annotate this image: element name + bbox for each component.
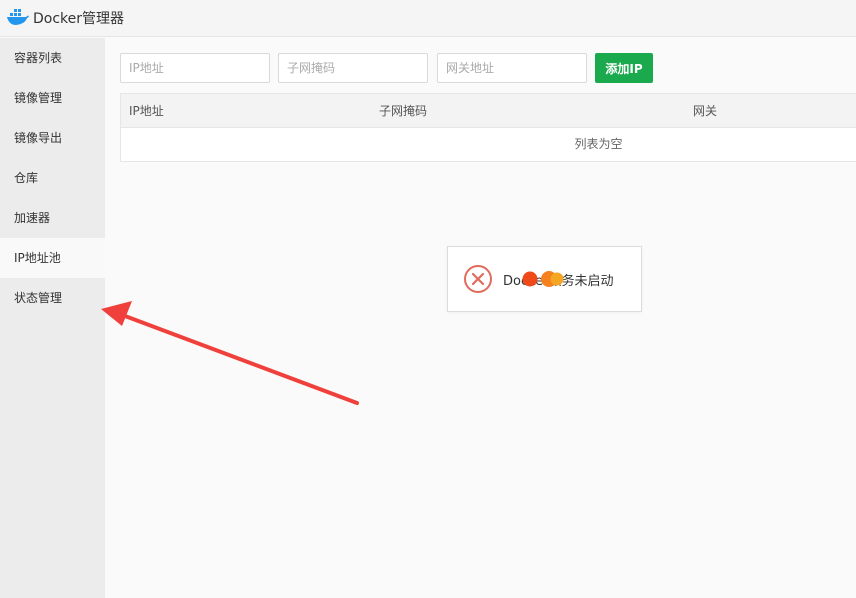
- sidebar-item-ip-pool[interactable]: IP地址池: [0, 238, 105, 278]
- docker-whale-icon: [7, 9, 29, 25]
- ip-table: IP地址 子网掩码 网关 列表为空: [120, 93, 856, 162]
- sidebar-item-status-manage[interactable]: 状态管理: [0, 278, 105, 318]
- add-ip-button[interactable]: 添加IP: [595, 53, 653, 83]
- sidebar-item-image-export[interactable]: 镜像导出: [0, 118, 105, 158]
- app-title: Docker管理器: [33, 11, 125, 27]
- loading-dots-icon: [522, 271, 564, 287]
- table-header: IP地址 子网掩码 网关: [121, 94, 856, 128]
- column-header-gateway: 网关: [693, 104, 718, 118]
- column-header-ip: IP地址: [129, 104, 164, 118]
- sidebar-item-container-list[interactable]: 容器列表: [0, 38, 105, 78]
- subnet-mask-input[interactable]: [278, 53, 428, 83]
- empty-table-message: 列表为空: [574, 137, 623, 151]
- main-panel: 添加IP IP地址 子网掩码 网关 列表为空: [105, 38, 856, 598]
- column-header-subnet-mask: 子网掩码: [379, 104, 428, 118]
- error-x-icon: [464, 265, 492, 293]
- toolbar: 添加IP: [120, 53, 856, 83]
- sidebar-item-accelerator[interactable]: 加速器: [0, 198, 105, 238]
- sidebar-item-repository[interactable]: 仓库: [0, 158, 105, 198]
- ip-address-input[interactable]: [120, 53, 270, 83]
- sidebar-item-image-manage[interactable]: 镜像管理: [0, 78, 105, 118]
- title-bar: Docker管理器: [0, 0, 856, 37]
- gateway-input[interactable]: [437, 53, 587, 83]
- sidebar: 容器列表 镜像管理 镜像导出 仓库 加速器 IP地址池 状态管理: [0, 38, 105, 598]
